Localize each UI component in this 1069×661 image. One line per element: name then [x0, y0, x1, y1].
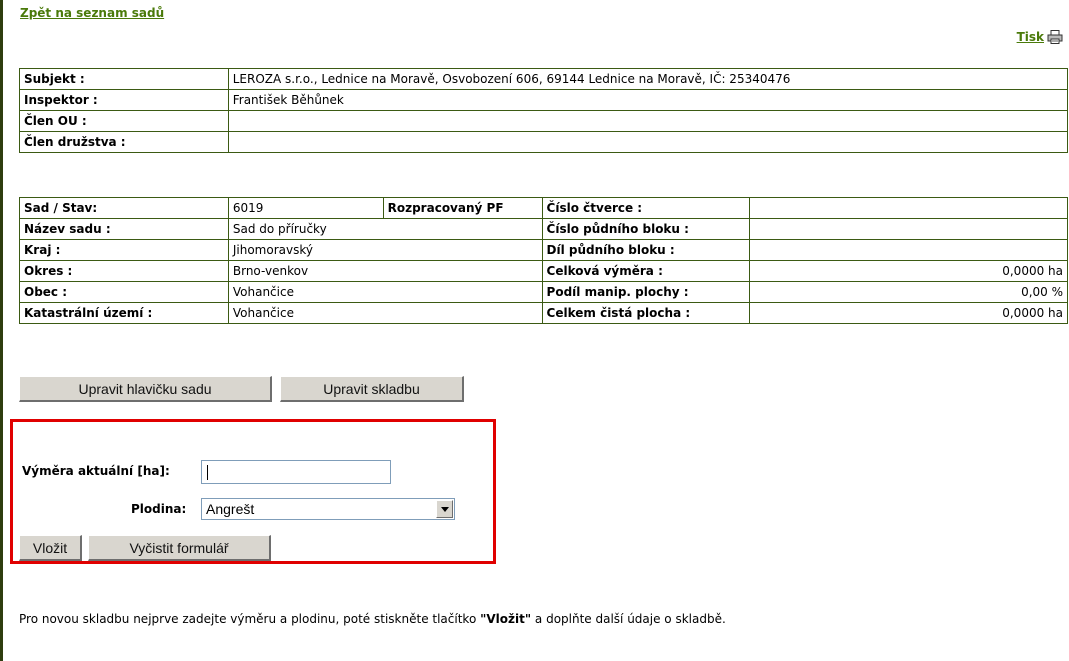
handling-area-share-value: 0,00 %	[749, 281, 1068, 303]
table-row: Člen družstva :	[19, 131, 1069, 153]
district-value: Brno-venkov	[227, 260, 543, 282]
subject-label: Subjekt :	[19, 68, 229, 90]
area-label: Výměra aktuální [ha]:	[22, 464, 170, 478]
area-input[interactable]	[201, 460, 391, 484]
note-text-before: Pro novou skladbu nejprve zadejte výměru…	[19, 612, 481, 626]
clear-form-button[interactable]: Vyčistit formulář	[88, 535, 271, 561]
insert-button[interactable]: Vložit	[19, 535, 82, 561]
edit-orchard-header-button[interactable]: Upravit hlavičku sadu	[19, 376, 272, 402]
ou-member-value	[227, 110, 1069, 132]
table-row: Inspektor : František Běhůnek	[19, 89, 1069, 111]
table-row: Okres : Brno-venkov Celková výměra : 0,0…	[19, 260, 1068, 282]
inspector-label: Inspektor :	[19, 89, 229, 111]
instruction-note: Pro novou skladbu nejprve zadejte výměru…	[19, 612, 726, 626]
chevron-down-icon[interactable]	[436, 500, 453, 518]
square-number-value	[749, 197, 1068, 219]
square-number-label: Číslo čtverce :	[541, 197, 751, 219]
total-area-label: Celková výměra :	[541, 260, 751, 282]
text-caret	[207, 465, 208, 480]
crop-label: Plodina:	[131, 502, 187, 516]
note-text-after: a doplňte další údaje o skladbě.	[531, 612, 726, 626]
region-label: Kraj :	[19, 239, 229, 261]
print-link[interactable]: Tisk	[1017, 30, 1063, 44]
orchard-number-value: 6019	[227, 197, 384, 219]
soil-block-number-label: Číslo půdního bloku :	[541, 218, 751, 240]
cooperative-member-value	[227, 131, 1069, 153]
table-row: Název sadu : Sad do příručky Číslo půdní…	[19, 218, 1068, 240]
orchard-status-value: Rozpracovaný PF	[382, 197, 543, 219]
table-row: Subjekt : LEROZA s.r.o., Lednice na Mora…	[19, 68, 1069, 90]
cadastral-area-label: Katastrální území :	[19, 302, 229, 324]
edit-composition-button[interactable]: Upravit skladbu	[280, 376, 464, 402]
orchard-state-label: Sad / Stav:	[19, 197, 229, 219]
table-row: Člen OU :	[19, 110, 1069, 132]
municipality-label: Obec :	[19, 281, 229, 303]
net-area-total-label: Celkem čistá plocha :	[541, 302, 751, 324]
table-row: Obec : Vohančice Podíl manip. plochy : 0…	[19, 281, 1068, 303]
orchard-name-label: Název sadu :	[19, 218, 229, 240]
district-label: Okres :	[19, 260, 229, 282]
note-text-bold: "Vložit"	[480, 612, 532, 626]
inspector-value: František Běhůnek	[227, 89, 1069, 111]
table-row: Sad / Stav: 6019 Rozpracovaný PF Číslo č…	[19, 197, 1068, 219]
soil-block-part-value	[749, 239, 1068, 261]
table-row: Katastrální území : Vohančice Celkem čis…	[19, 302, 1068, 324]
soil-block-part-label: Díl půdního bloku :	[541, 239, 751, 261]
people-table: Subjekt : LEROZA s.r.o., Lednice na Mora…	[19, 68, 1069, 153]
printer-icon	[1047, 30, 1063, 44]
ou-member-label: Člen OU :	[19, 110, 229, 132]
soil-block-number-value	[749, 218, 1068, 240]
cadastral-area-value: Vohančice	[227, 302, 543, 324]
region-value: Jihomoravský	[227, 239, 543, 261]
net-area-total-value: 0,0000 ha	[749, 302, 1068, 324]
municipality-value: Vohančice	[227, 281, 543, 303]
handling-area-share-label: Podíl manip. plochy :	[541, 281, 751, 303]
print-link-label: Tisk	[1016, 30, 1044, 44]
cooperative-member-label: Člen družstva :	[19, 131, 229, 153]
total-area-value: 0,0000 ha	[749, 260, 1068, 282]
table-row: Kraj : Jihomoravský Díl půdního bloku :	[19, 239, 1068, 261]
left-border	[0, 0, 3, 661]
back-to-orchard-list-link[interactable]: Zpět na seznam sadů	[20, 6, 164, 20]
crop-select[interactable]: Angrešt	[201, 498, 455, 520]
orchard-info-table: Sad / Stav: 6019 Rozpracovaný PF Číslo č…	[19, 197, 1068, 324]
subject-value: LEROZA s.r.o., Lednice na Moravě, Osvobo…	[227, 68, 1069, 90]
orchard-name-value: Sad do příručky	[227, 218, 543, 240]
crop-select-value: Angrešt	[206, 501, 255, 517]
